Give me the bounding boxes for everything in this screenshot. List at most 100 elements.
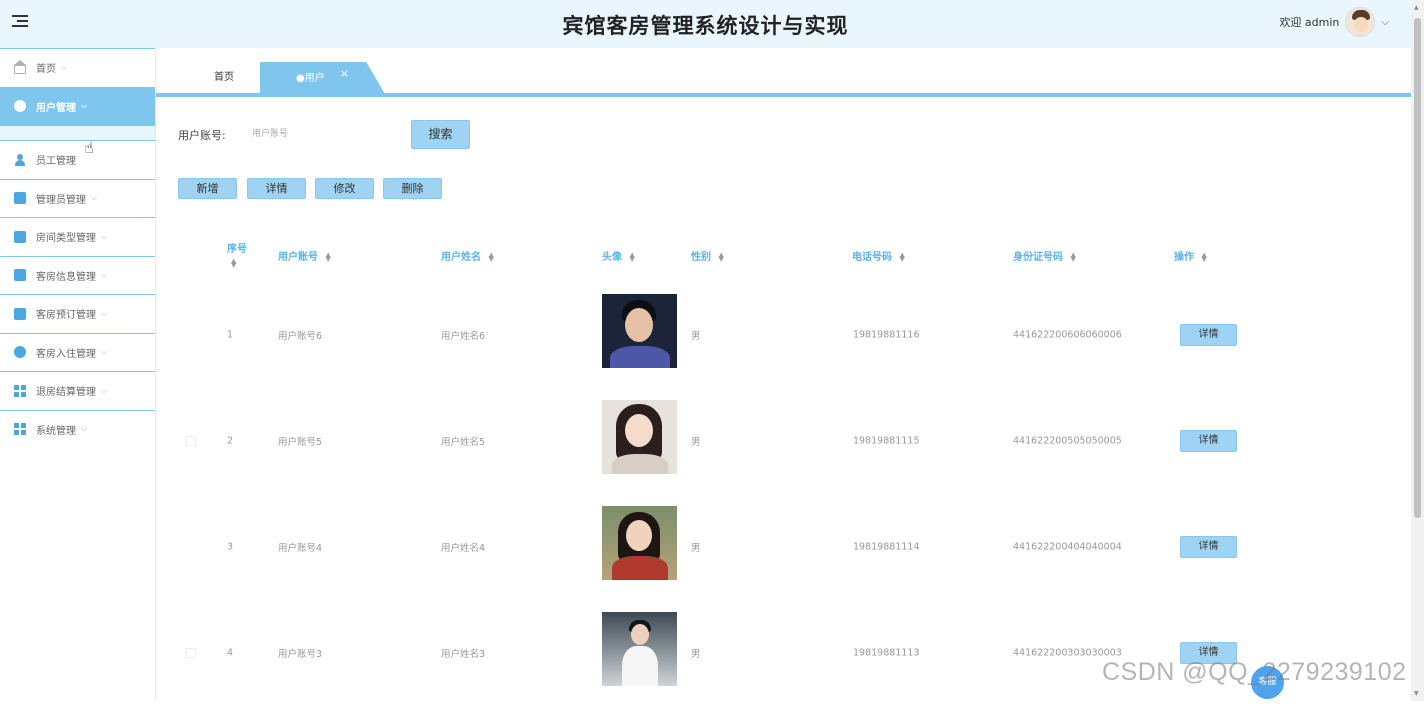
column-header-account[interactable]: 用户账号 ▲ ▼ (278, 248, 331, 264)
cell-phone: 19819881115 (853, 435, 920, 447)
user-avatar-image (602, 506, 677, 580)
cell-phone: 19819881113 (853, 647, 920, 659)
user-avatar-image (602, 400, 677, 474)
top-header: 宾馆客房管理系统设计与实现 欢迎 admin ⌵ (0, 0, 1411, 48)
row-checkbox[interactable] (186, 436, 196, 446)
add-button[interactable]: 新增 (178, 178, 237, 199)
sidebar-item-label: 客房入住管理 (36, 348, 96, 360)
scroll-down-icon[interactable]: ▼ (1414, 690, 1419, 697)
sort-icon[interactable]: ▲ ▼ (899, 252, 904, 263)
column-header-idcard[interactable]: 身份证号码 ▲ ▼ (1013, 248, 1076, 264)
detail-button[interactable]: 详情 (247, 178, 306, 199)
sidebar-item-label: 管理员管理 (36, 194, 86, 206)
column-label: 序号 (227, 244, 247, 255)
row-checkbox[interactable] (186, 330, 196, 340)
column-header-phone[interactable]: 电话号码 ▲ ▼ (852, 248, 905, 264)
sidebar-item-checkout[interactable]: 退房结算管理 ⌵ (0, 371, 155, 410)
sidebar-item-booking[interactable]: 客房预订管理 ⌵ (0, 294, 155, 333)
cell-seq: 4 (227, 647, 234, 659)
sidebar-item-staff[interactable]: 员工管理 (0, 140, 155, 179)
sort-icon[interactable]: ▲ ▼ (1070, 252, 1075, 263)
sort-icon[interactable]: ▲ ▼ (718, 252, 723, 263)
user-menu[interactable]: 欢迎 admin ⌵ (1279, 6, 1389, 38)
sidebar-item-room-info[interactable]: 客房信息管理 ⌵ (0, 255, 155, 295)
cell-gender: 男 (691, 543, 701, 554)
column-header-avatar[interactable]: 头像 ▲ ▼ (602, 248, 635, 264)
cell-account: 用户账号5 (278, 437, 323, 448)
chevron-down-icon: ⌵ (61, 62, 68, 72)
edit-button[interactable]: 修改 (315, 178, 374, 199)
sidebar-item-label: 系统管理 (36, 425, 76, 437)
room-info-icon (14, 269, 26, 282)
cell-idcard: 441622200404040004 (1013, 541, 1122, 553)
column-label: 头像 (602, 252, 622, 263)
app-title: 宾馆客房管理系统设计与实现 (562, 14, 849, 38)
sidebar-item-room-type[interactable]: 房间类型管理 ⌵ (0, 217, 155, 256)
cell-account: 用户账号4 (278, 543, 323, 554)
scrollbar-thumb[interactable] (1414, 18, 1421, 518)
column-header-ops[interactable]: 操作 ▲ ▼ (1174, 248, 1207, 264)
sidebar-item-admin[interactable]: 管理员管理 ⌵ (0, 178, 155, 218)
column-label: 性别 (691, 252, 711, 263)
tab-user[interactable]: ●用户 × (260, 62, 385, 94)
sidebar-item-home[interactable]: 首页 ⌵ (0, 48, 155, 87)
chevron-down-icon[interactable]: ⌵ (1381, 17, 1389, 28)
cell-name: 用户姓名6 (441, 331, 486, 342)
cell-name: 用户姓名3 (441, 649, 486, 660)
table-row[interactable]: 3 用户账号4 用户姓名4 男 19819881114 441622200404… (156, 494, 1411, 600)
cell-gender: 男 (691, 331, 701, 342)
user-avatar-image (602, 294, 677, 368)
table-row[interactable]: 2 用户账号5 用户姓名5 男 19819881115 441622200505… (156, 388, 1411, 494)
tab-label: ●用户 (296, 73, 325, 84)
row-detail-button[interactable]: 详情 (1180, 324, 1237, 346)
column-label: 用户账号 (278, 252, 318, 263)
sort-icon[interactable]: ▲ ▼ (629, 252, 634, 263)
chevron-down-icon: ⌵ (81, 424, 88, 434)
search-button[interactable]: 搜索 (411, 120, 470, 149)
row-checkbox[interactable] (186, 648, 196, 658)
search-input[interactable] (246, 120, 396, 148)
sort-icon[interactable]: ▲ ▼ (325, 252, 330, 263)
cell-idcard: 441622200505050005 (1013, 435, 1122, 447)
vertical-scrollbar[interactable]: ▲ ▼ (1411, 0, 1424, 701)
sidebar-item-label: 客房信息管理 (36, 271, 96, 283)
sidebar-item-system[interactable]: 系统管理 ⌵ (0, 409, 155, 449)
user-manage-icon (14, 100, 26, 113)
scroll-up-icon[interactable]: ▲ (1414, 4, 1419, 11)
home-icon (13, 59, 27, 74)
checkout-icon (14, 384, 26, 397)
delete-button[interactable]: 删除 (383, 178, 442, 199)
column-header-seq[interactable]: 序号 ▲ ▼ (227, 240, 247, 269)
sidebar-item-user-manage[interactable]: 用户管理 ⌵ (0, 86, 155, 125)
checkin-icon (14, 346, 26, 359)
sort-icon[interactable]: ▲ ▼ (231, 258, 247, 269)
system-icon (14, 423, 26, 435)
row-detail-button[interactable]: 详情 (1180, 430, 1237, 452)
admin-icon (14, 192, 26, 205)
column-header-gender[interactable]: 性别 ▲ ▼ (691, 248, 724, 264)
sidebar-item-label: 员工管理 (36, 156, 76, 168)
row-detail-button[interactable]: 详情 (1180, 536, 1237, 558)
watermark: CSDN @QQ_2279239102 (1102, 658, 1407, 686)
mouse-pointer-icon: ☝ (84, 138, 94, 157)
table-row[interactable]: 4 用户账号3 用户姓名3 男 19819881113 441622200303… (156, 600, 1411, 706)
close-icon[interactable]: × (340, 67, 349, 80)
cell-seq: 2 (227, 435, 234, 447)
column-label: 电话号码 (852, 252, 892, 263)
cell-name: 用户姓名4 (441, 543, 486, 554)
avatar[interactable] (1345, 7, 1376, 37)
welcome-text: 欢迎 admin (1279, 16, 1340, 29)
column-header-name[interactable]: 用户姓名 ▲ ▼ (441, 248, 494, 264)
row-checkbox[interactable] (186, 542, 196, 552)
table-row[interactable]: 1 用户账号6 用户姓名6 男 19819881116 441622200606… (156, 282, 1411, 388)
tab-bar: 首页 ●用户 × (156, 48, 1411, 98)
room-type-icon (14, 230, 26, 243)
sidebar-subitem-user[interactable] (0, 125, 155, 140)
cell-idcard: 441622200303030003 (1013, 647, 1122, 659)
sort-icon[interactable]: ▲ ▼ (488, 252, 493, 263)
cell-phone: 19819881114 (853, 541, 920, 553)
sort-icon[interactable]: ▲ ▼ (1201, 252, 1206, 263)
column-label: 用户姓名 (441, 252, 481, 263)
sidebar-item-checkin[interactable]: 客房入住管理 ⌵ (0, 332, 155, 372)
tab-home[interactable]: 首页 (214, 62, 234, 94)
